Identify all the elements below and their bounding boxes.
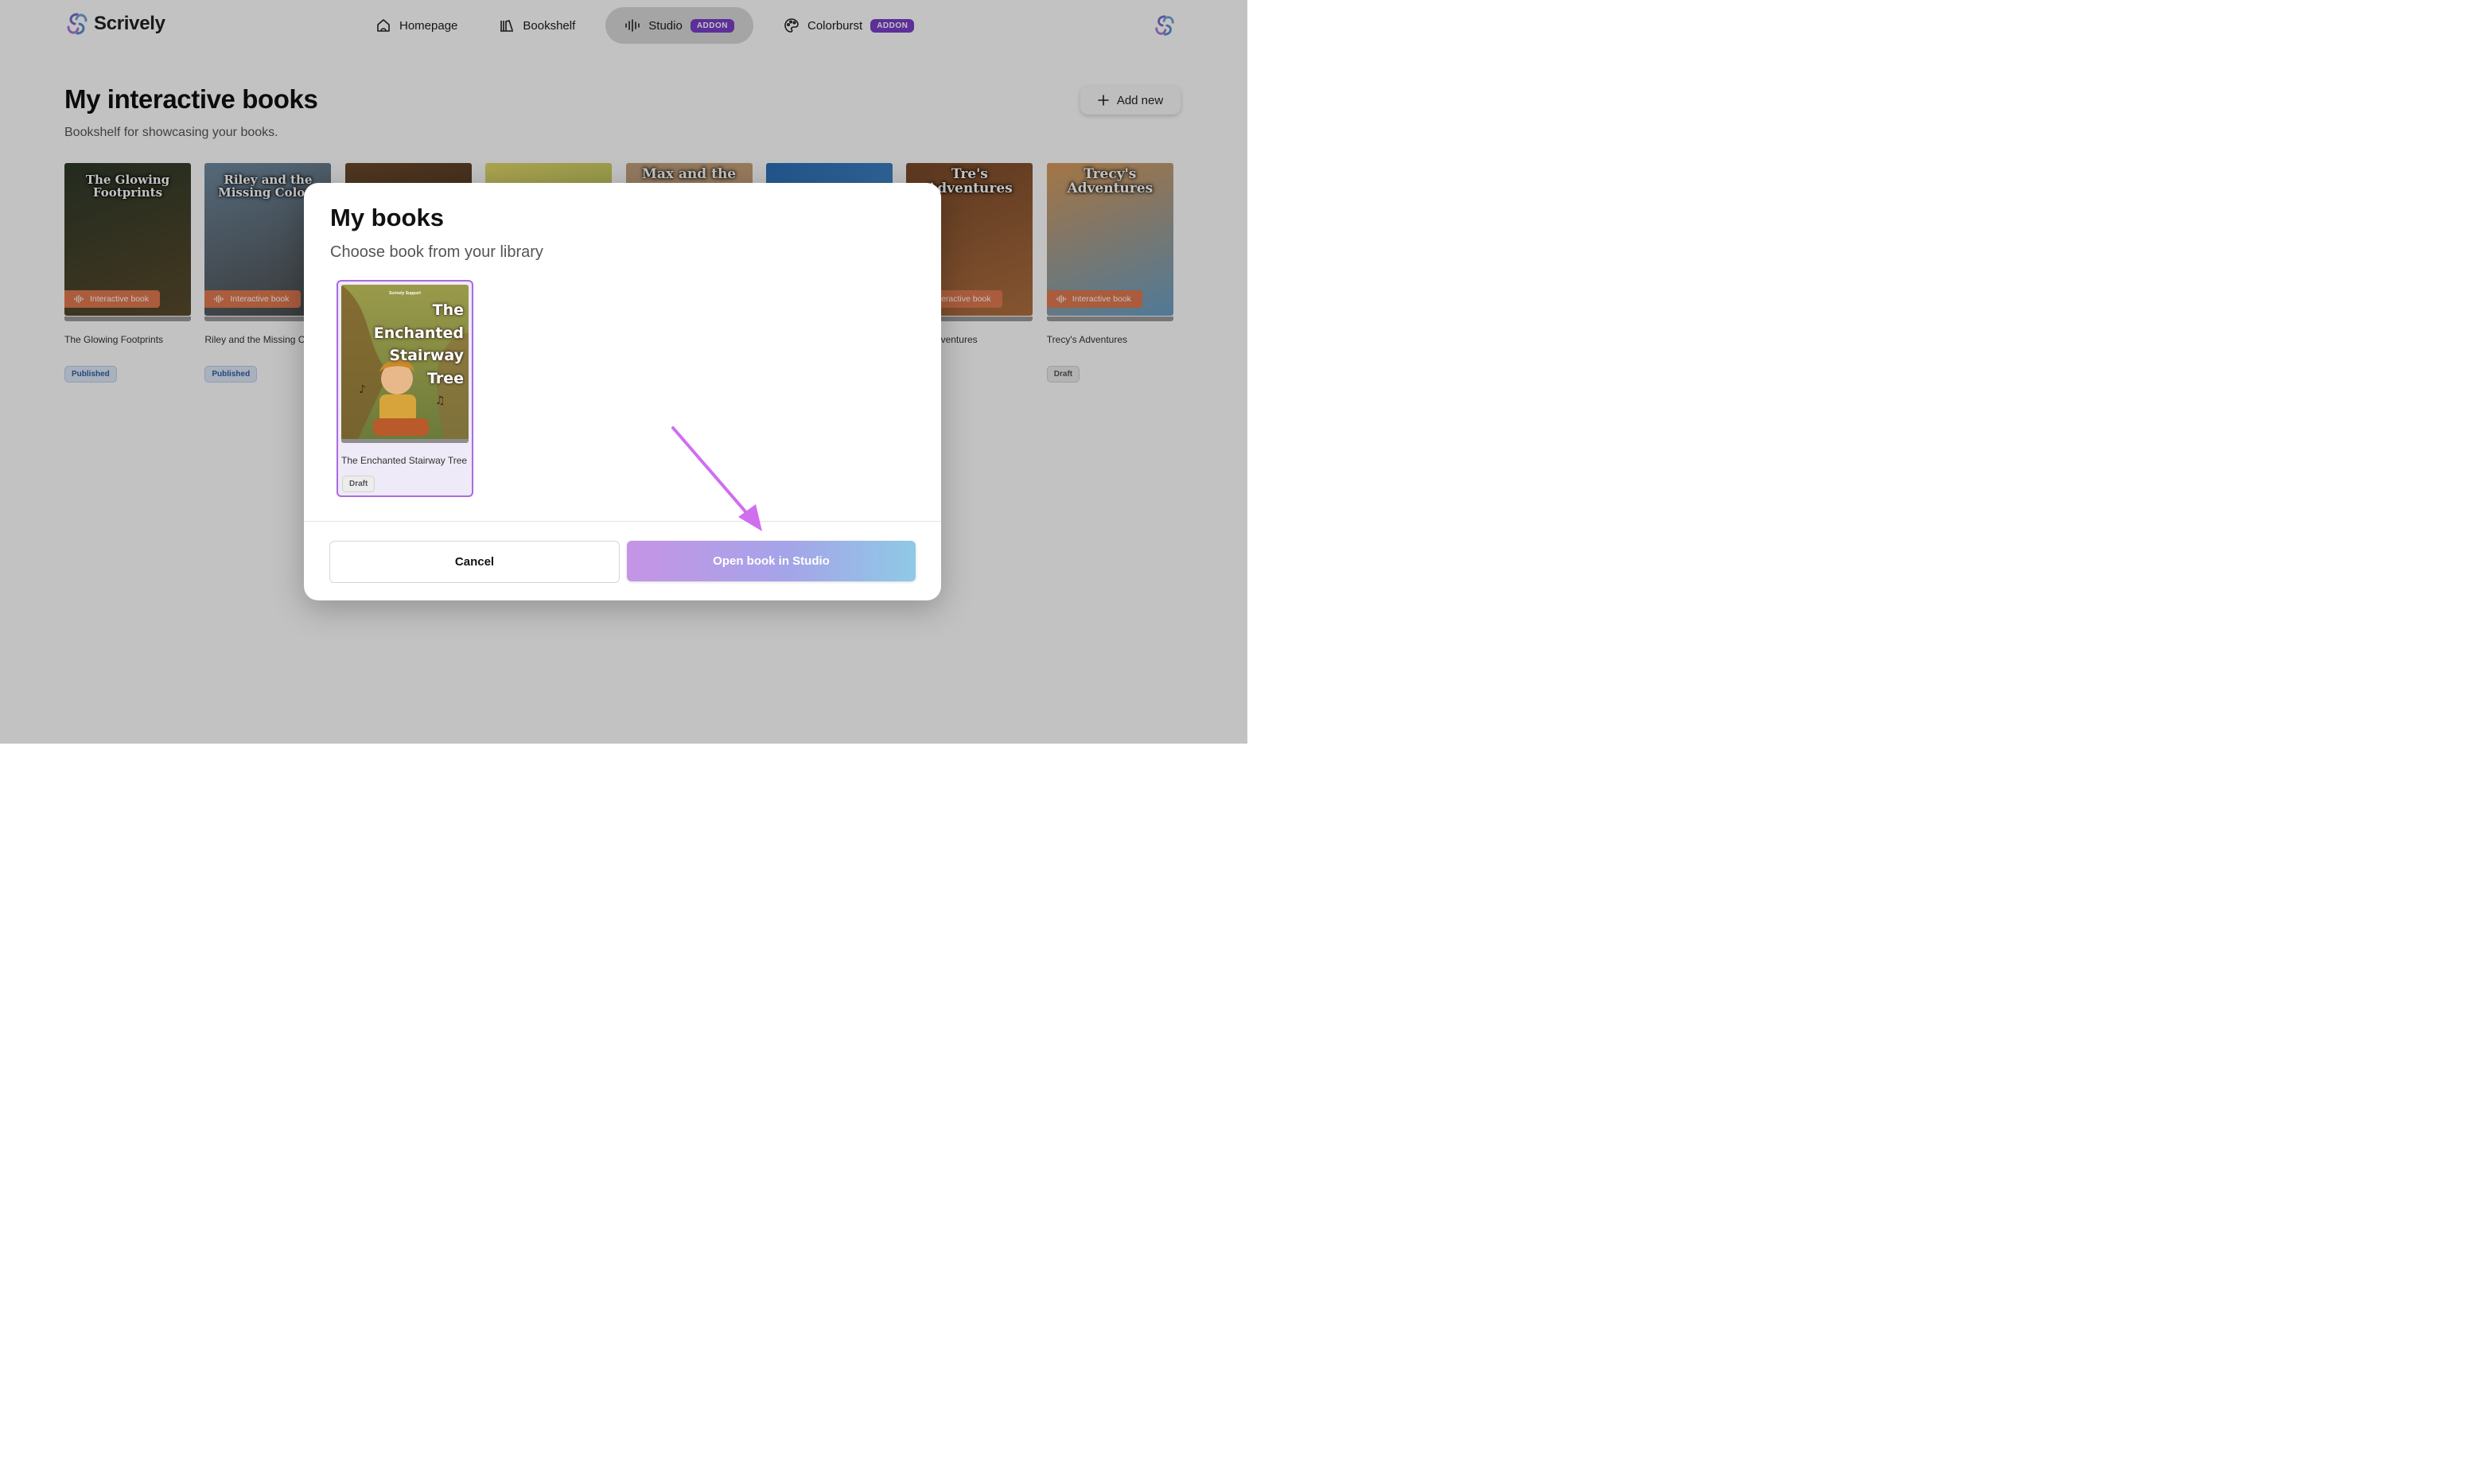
open-in-studio-button[interactable]: Open book in Studio (627, 541, 916, 581)
book-picker-modal: My books Choose book from your library ♪… (304, 183, 941, 600)
modal-subtitle: Choose book from your library (330, 243, 543, 261)
book-cover: ♪ ♫ Scrively Support The Enchanted Stair… (341, 285, 469, 441)
selected-book-name: The Enchanted Stairway Tree (341, 455, 468, 466)
selected-book-card[interactable]: ♪ ♫ Scrively Support The Enchanted Stair… (337, 280, 473, 497)
cancel-button[interactable]: Cancel (329, 541, 620, 583)
cover-title: The Enchanted Stairway Tree (373, 301, 464, 387)
book-cover-shelf (341, 439, 469, 443)
annotation-arrow-icon (671, 426, 762, 531)
modal-title: My books (330, 204, 444, 231)
modal-divider (304, 521, 941, 522)
svg-text:♫: ♫ (435, 394, 445, 407)
cover-publisher: Scrively Support (389, 291, 421, 296)
status-badge: Draft (342, 476, 375, 492)
